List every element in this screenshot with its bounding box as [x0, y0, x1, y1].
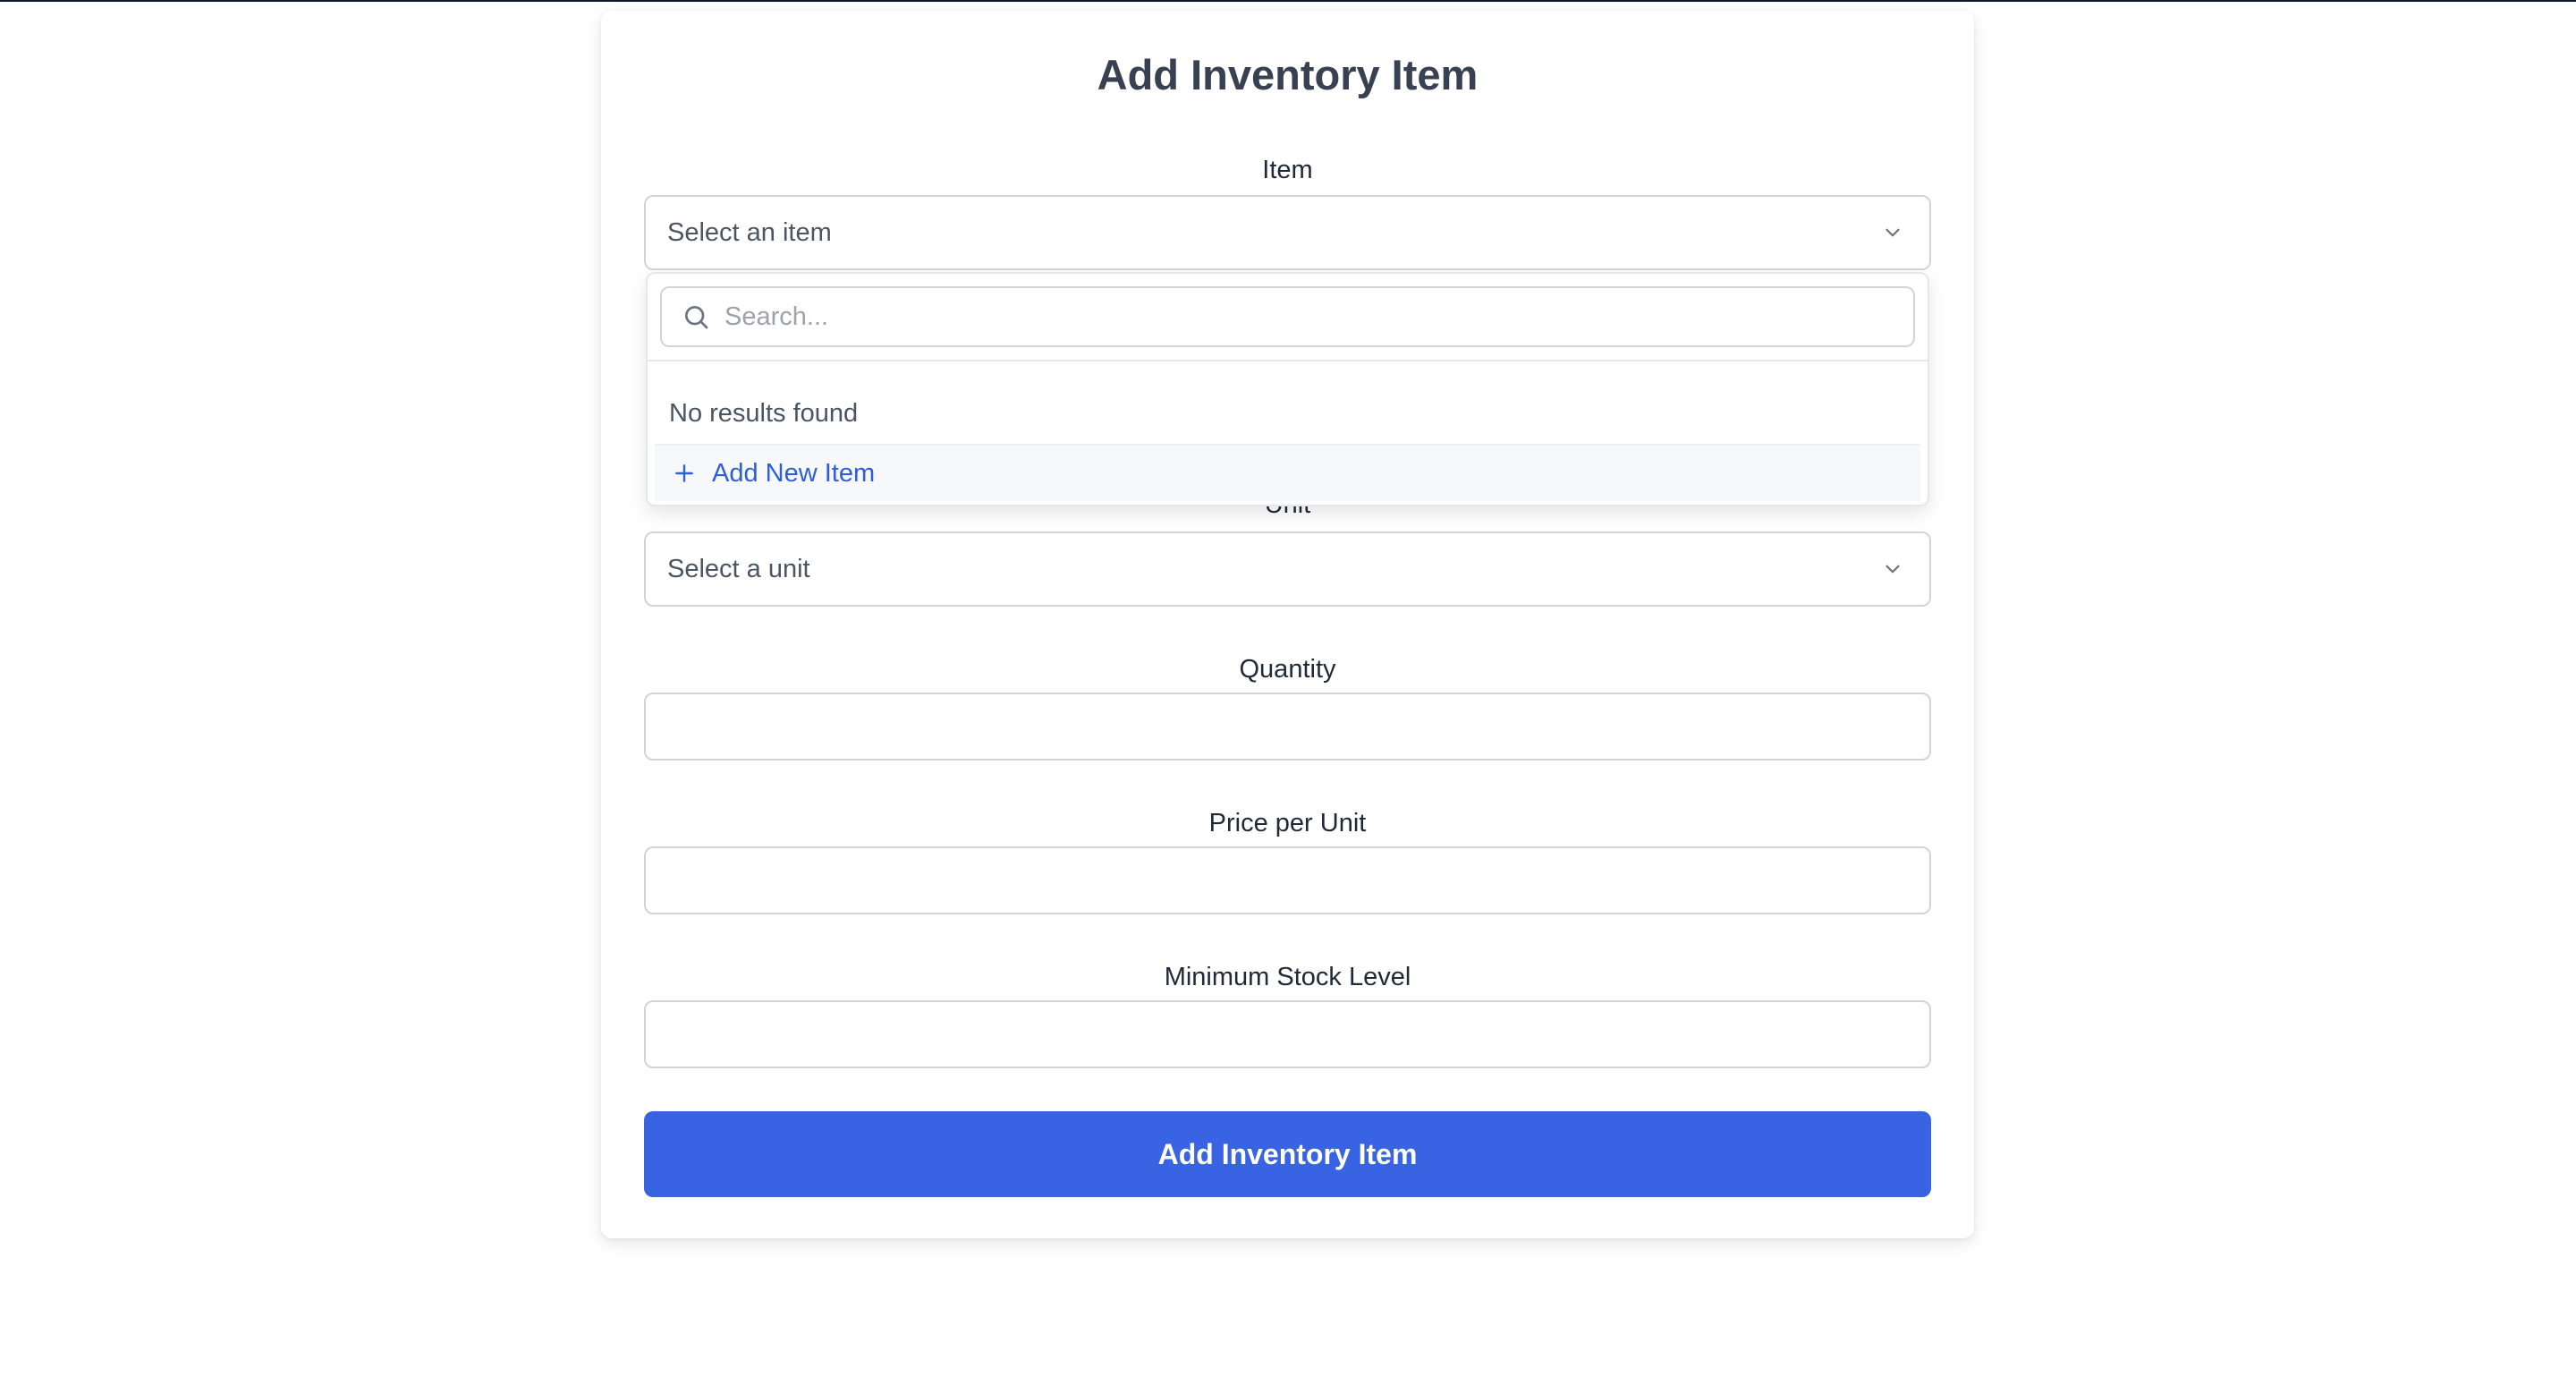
unit-select-value: Select a unit	[667, 554, 810, 583]
dropdown-divider	[648, 360, 1928, 361]
top-border	[0, 0, 2576, 2]
minimum-stock-level-label: Minimum Stock Level	[1164, 963, 1411, 991]
add-new-item-option[interactable]: Add New Item	[655, 444, 1920, 501]
unit-select[interactable]: Select a unit	[644, 531, 1931, 607]
item-label: Item	[1262, 156, 1313, 184]
add-new-item-label: Add New Item	[712, 458, 876, 488]
quantity-input[interactable]	[644, 693, 1931, 761]
search-icon	[685, 306, 708, 329]
minimum-stock-level-input[interactable]	[644, 1000, 1931, 1068]
chevron-down-icon	[1885, 228, 1900, 237]
quantity-label: Quantity	[1239, 655, 1336, 684]
item-dropdown: No results found Add New Item	[646, 272, 1929, 506]
price-per-unit-label: Price per Unit	[1208, 809, 1367, 837]
chevron-down-icon	[1885, 565, 1900, 574]
add-inventory-item-button[interactable]: Add Inventory Item	[644, 1111, 1931, 1197]
plus-icon	[675, 464, 693, 482]
item-search-box[interactable]	[660, 286, 1915, 347]
page-title: Add Inventory Item	[1097, 51, 1479, 98]
price-per-unit-input[interactable]	[644, 846, 1931, 914]
no-results-text: No results found	[669, 399, 859, 428]
item-select-value: Select an item	[667, 217, 832, 247]
item-select[interactable]: Select an item	[644, 195, 1931, 270]
item-search-input[interactable]	[723, 287, 1913, 346]
inventory-form-card: Add Inventory Item Item Select an item N…	[601, 11, 1974, 1238]
